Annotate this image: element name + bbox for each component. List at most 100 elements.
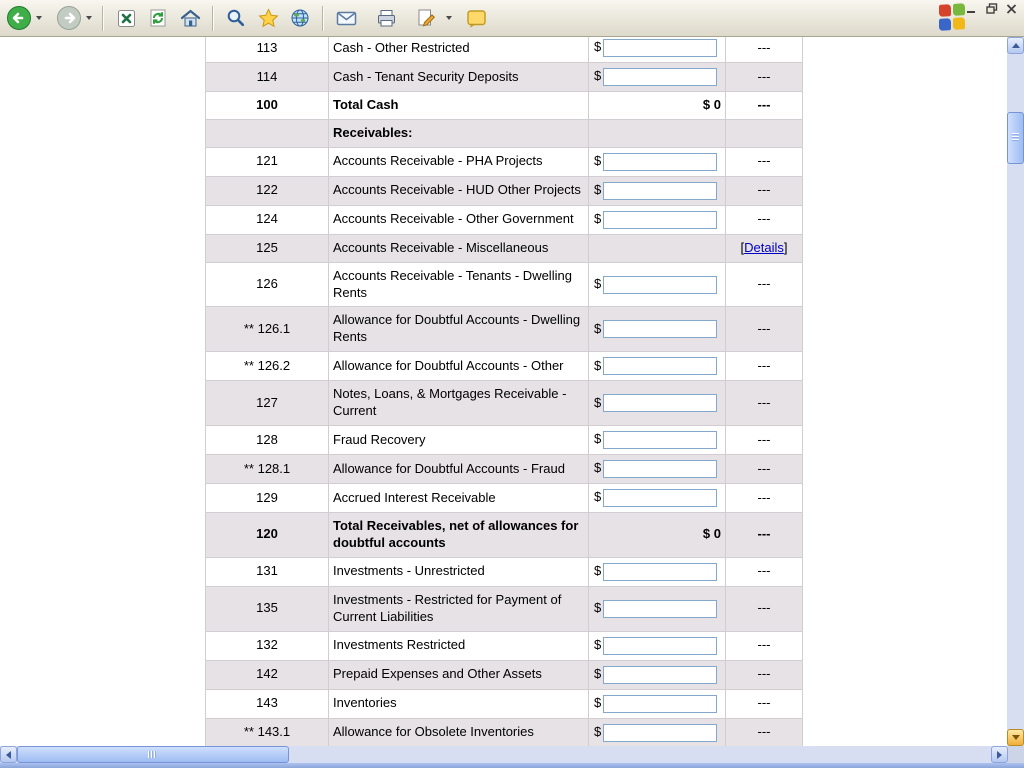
- value-cell: $: [589, 147, 726, 176]
- amount-input[interactable]: [603, 153, 717, 171]
- action-cell: ---: [726, 37, 803, 63]
- history-globe-icon[interactable]: [288, 6, 312, 30]
- table-row: 100Total Cash$ 0---: [206, 92, 803, 120]
- edit-dropdown-icon[interactable]: [446, 16, 452, 20]
- details-link[interactable]: Details: [744, 240, 784, 255]
- value-cell: $: [589, 660, 726, 689]
- amount-input[interactable]: [603, 431, 717, 449]
- amount-input[interactable]: [603, 68, 717, 86]
- currency-symbol: $: [593, 358, 601, 375]
- back-button[interactable]: [6, 4, 32, 32]
- amount-input[interactable]: [603, 489, 717, 507]
- mail-icon[interactable]: [334, 6, 358, 30]
- amount-input[interactable]: [603, 724, 717, 742]
- table-row: ** 126.1Allowance for Doubtful Accounts …: [206, 307, 803, 352]
- forward-button[interactable]: [56, 4, 82, 32]
- table-row: ** 128.1Allowance for Doubtful Accounts …: [206, 455, 803, 484]
- value-cell: $: [589, 176, 726, 205]
- value-cell: $: [589, 205, 726, 234]
- scroll-up-button[interactable]: [1007, 37, 1024, 54]
- line-number-cell: 126: [206, 262, 329, 307]
- currency-symbol: $: [593, 637, 601, 654]
- action-cell: ---: [726, 557, 803, 586]
- value-cell: $: [589, 63, 726, 92]
- scroll-right-button[interactable]: [991, 746, 1008, 763]
- action-cell: ---: [726, 307, 803, 352]
- action-cell: ---: [726, 262, 803, 307]
- browser-toolbar: [0, 0, 1024, 37]
- amount-input[interactable]: [603, 666, 717, 684]
- action-cell: ---: [726, 455, 803, 484]
- line-number-cell: 131: [206, 557, 329, 586]
- table-row: 113Cash - Other Restricted$---: [206, 37, 803, 63]
- action-cell: ---: [726, 660, 803, 689]
- value-cell: $: [589, 352, 726, 381]
- value-cell: $ 0: [589, 92, 726, 120]
- scroll-down-button[interactable]: [1007, 729, 1024, 746]
- currency-symbol: $: [593, 600, 601, 617]
- currency-symbol: $: [593, 666, 601, 683]
- table-row: 120Total Receivables, net of allowances …: [206, 513, 803, 558]
- amount-input[interactable]: [603, 600, 717, 618]
- action-cell: ---: [726, 92, 803, 120]
- action-cell: ---: [726, 586, 803, 631]
- value-cell: $: [589, 262, 726, 307]
- action-cell: [726, 119, 803, 147]
- amount-input[interactable]: [603, 563, 717, 581]
- amount-input[interactable]: [603, 460, 717, 478]
- currency-symbol: $: [593, 395, 601, 412]
- excel-export-icon[interactable]: [114, 6, 138, 30]
- amount-input[interactable]: [603, 695, 717, 713]
- line-number-cell: 128: [206, 426, 329, 455]
- close-button[interactable]: [1004, 2, 1019, 15]
- action-cell: ---: [726, 381, 803, 426]
- row-description-cell: Prepaid Expenses and Other Assets: [329, 660, 589, 689]
- home-icon[interactable]: [178, 6, 202, 30]
- minimize-button[interactable]: [964, 2, 979, 15]
- forward-dropdown-icon[interactable]: [86, 16, 92, 20]
- line-number-cell: 132: [206, 631, 329, 660]
- row-description-cell: Allowance for Doubtful Accounts - Dwelli…: [329, 307, 589, 352]
- horizontal-scroll-thumb[interactable]: [17, 746, 289, 763]
- amount-input[interactable]: [603, 182, 717, 200]
- line-number-cell: 124: [206, 205, 329, 234]
- financial-data-table: 113Cash - Other Restricted$---114Cash - …: [205, 37, 803, 746]
- value-cell: $: [589, 455, 726, 484]
- refresh-icon[interactable]: [146, 6, 170, 30]
- table-row: 128Fraud Recovery$---: [206, 426, 803, 455]
- action-cell: ---: [726, 176, 803, 205]
- vertical-scrollbar[interactable]: [1007, 37, 1024, 746]
- row-description-cell: Allowance for Obsolete Inventories: [329, 718, 589, 746]
- restore-button[interactable]: [984, 2, 999, 15]
- row-description-cell: Total Cash: [329, 92, 589, 120]
- row-description-cell: Receivables:: [329, 119, 589, 147]
- back-dropdown-icon[interactable]: [36, 16, 42, 20]
- value-cell: $: [589, 307, 726, 352]
- currency-symbol: $: [593, 695, 601, 712]
- amount-input[interactable]: [603, 637, 717, 655]
- edit-icon[interactable]: [414, 6, 438, 30]
- amount-input[interactable]: [603, 357, 717, 375]
- favorites-star-icon[interactable]: [256, 6, 280, 30]
- print-icon[interactable]: [374, 6, 398, 30]
- value-cell: $: [589, 426, 726, 455]
- currency-symbol: $: [593, 563, 601, 580]
- search-icon[interactable]: [224, 6, 248, 30]
- table-row: 124Accounts Receivable - Other Governmen…: [206, 205, 803, 234]
- line-number-cell: 143: [206, 689, 329, 718]
- messenger-icon[interactable]: [464, 6, 488, 30]
- amount-input[interactable]: [603, 39, 717, 57]
- vertical-scroll-thumb[interactable]: [1007, 112, 1024, 164]
- line-number-cell: ** 128.1: [206, 455, 329, 484]
- value-cell: $: [589, 689, 726, 718]
- row-description-cell: Accrued Interest Receivable: [329, 484, 589, 513]
- amount-input[interactable]: [603, 320, 717, 338]
- horizontal-scrollbar[interactable]: [0, 746, 1008, 763]
- amount-input[interactable]: [603, 276, 717, 294]
- action-cell: [Details]: [726, 234, 803, 262]
- scroll-left-button[interactable]: [0, 746, 17, 763]
- row-description-cell: Allowance for Doubtful Accounts - Other: [329, 352, 589, 381]
- amount-input[interactable]: [603, 211, 717, 229]
- table-row: 129Accrued Interest Receivable$---: [206, 484, 803, 513]
- amount-input[interactable]: [603, 394, 717, 412]
